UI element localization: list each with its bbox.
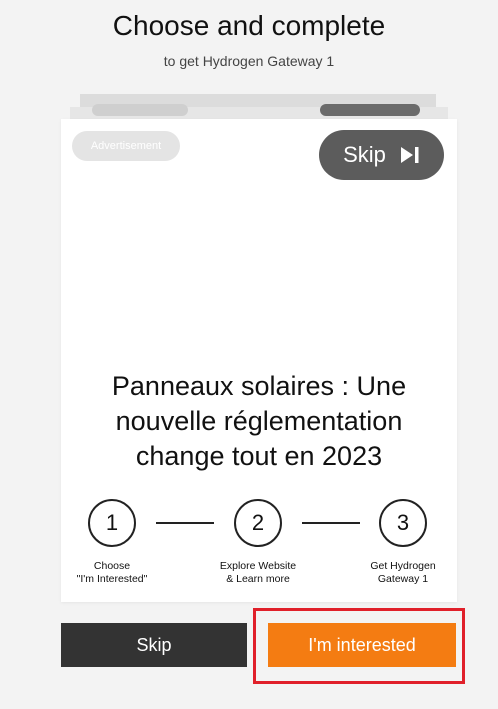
offer-card: Advertisement Skip Panneaux solaires : U… — [61, 119, 457, 602]
ad-headline-line: nouvelle réglementation — [115, 406, 403, 436]
step-label-line: Explore Website — [219, 560, 297, 572]
ad-headline-line: Panneaux solaires : Une — [111, 371, 407, 401]
stacked-card-pill-left — [92, 104, 188, 116]
ad-headline-line: change tout en 2023 — [135, 441, 383, 471]
highlight-box — [253, 608, 465, 684]
skip-ad-label: Skip — [343, 142, 386, 167]
step-label-line: Get Hydrogen — [370, 560, 436, 572]
step-connector — [302, 522, 360, 524]
step-label-line: Choose — [93, 560, 131, 572]
step-3-circle: 3 — [379, 499, 427, 547]
skip-button[interactable]: Skip — [61, 623, 247, 667]
step-3-label: Get Hydrogen Gateway 1 — [343, 560, 463, 586]
step-label-line: Gateway 1 — [377, 573, 429, 585]
skip-ad-button[interactable]: Skip — [319, 130, 444, 180]
step-2-label: Explore Website & Learn more — [198, 560, 318, 586]
ad-headline: Panneaux solaires : Une nouvelle régleme… — [61, 369, 457, 474]
advertisement-badge: Advertisement — [72, 131, 180, 161]
page-subtitle: to get Hydrogen Gateway 1 — [163, 53, 335, 69]
step-1-label: Choose "I'm Interested" — [52, 560, 172, 586]
page-title: Choose and complete — [112, 10, 386, 41]
stacked-card-pill-right — [320, 104, 420, 116]
step-connector — [156, 522, 214, 524]
steps-progress: 1 2 3 Choose "I'm Interested" Explore We… — [61, 499, 457, 599]
step-2-circle: 2 — [234, 499, 282, 547]
step-label-line: & Learn more — [226, 573, 290, 585]
skip-next-icon — [400, 146, 420, 164]
step-1-circle: 1 — [88, 499, 136, 547]
step-label-line: "I'm Interested" — [76, 573, 148, 585]
